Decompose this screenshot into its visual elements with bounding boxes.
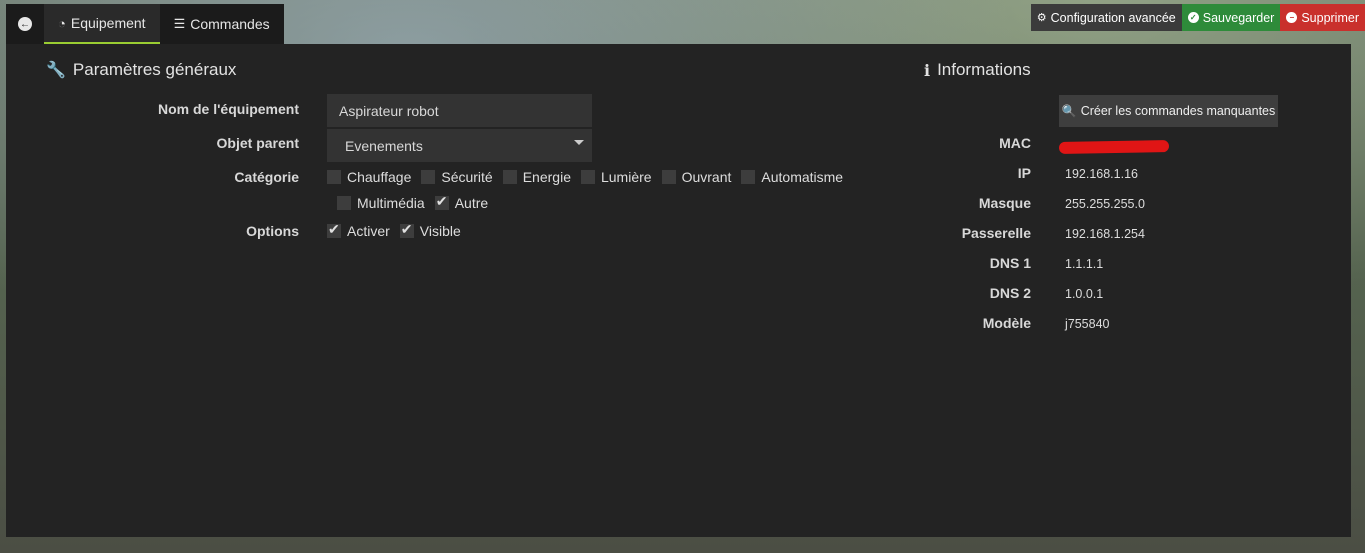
- mac-label: MAC: [999, 135, 1031, 151]
- checkbox[interactable]: [580, 170, 595, 184]
- category-automatisme-label: Automatisme: [761, 169, 844, 185]
- checkbox-checked[interactable]: [434, 193, 449, 210]
- category-securite-label: Sécurité: [441, 169, 493, 185]
- category-energie[interactable]: Energie: [502, 169, 571, 185]
- gauge-icon: ◔: [58, 15, 66, 31]
- create-missing-commands-button[interactable]: 🔍 Créer les commandes manquantes: [1059, 95, 1278, 127]
- parent-select[interactable]: Evenements: [327, 129, 592, 162]
- advanced-config-label: Configuration avancée: [1050, 10, 1176, 25]
- redacted-mac-value: [1058, 140, 1170, 154]
- dns2-label: DNS 2: [989, 285, 1031, 301]
- mask-label: Masque: [978, 195, 1031, 211]
- option-activer[interactable]: Activer: [327, 221, 390, 239]
- category-row-2: Multimédia Autre: [337, 193, 498, 211]
- category-autre-label: Autre: [454, 195, 489, 211]
- parent-label: Objet parent: [216, 135, 299, 151]
- info-section-title: i Informations: [924, 60, 1031, 80]
- check-circle-icon: ✓: [1187, 12, 1199, 23]
- gears-icon: ⚙: [1036, 12, 1047, 24]
- dns1-label: DNS 1: [989, 255, 1031, 271]
- list-icon: ☰: [173, 16, 186, 31]
- tab-commands-label: Commandes: [190, 16, 270, 32]
- option-visible[interactable]: Visible: [399, 221, 461, 239]
- category-multimedia[interactable]: Multimédia: [337, 195, 425, 211]
- delete-label: Supprimer: [1301, 10, 1359, 25]
- general-section-title: 🔧 Paramètres généraux: [46, 60, 236, 80]
- dns2-value: 1.0.0.1: [1065, 287, 1104, 301]
- tab-commands[interactable]: ☰ Commandes: [159, 4, 284, 44]
- minus-circle-icon: −: [1286, 12, 1298, 23]
- search-icon: 🔍: [1061, 104, 1077, 118]
- category-ouvrant[interactable]: Ouvrant: [661, 169, 732, 185]
- checkbox[interactable]: [337, 196, 351, 210]
- checkbox[interactable]: [661, 170, 676, 184]
- model-label: Modèle: [982, 315, 1031, 331]
- dns1-value: 1.1.1.1: [1065, 257, 1104, 271]
- checkbox-checked[interactable]: [399, 221, 414, 238]
- option-visible-label: Visible: [419, 223, 461, 239]
- category-row-1: Chauffage Sécurité Energie Lumière Ouvra…: [327, 169, 853, 185]
- checkbox-checked[interactable]: [327, 221, 341, 238]
- category-energie-label: Energie: [522, 169, 571, 185]
- tab-equipment[interactable]: ◔ Equipement: [44, 4, 160, 44]
- ip-value: 192.168.1.16: [1065, 167, 1138, 181]
- options-row: Activer Visible: [327, 221, 471, 239]
- category-autre[interactable]: Autre: [434, 193, 489, 211]
- tab-equipment-label: Equipement: [70, 15, 146, 31]
- name-input[interactable]: Aspirateur robot: [327, 94, 592, 127]
- gateway-value: 192.168.1.254: [1065, 227, 1145, 241]
- category-lumiere[interactable]: Lumière: [580, 169, 652, 185]
- back-button[interactable]: ←: [6, 4, 44, 44]
- delete-button[interactable]: − Supprimer: [1280, 4, 1365, 31]
- gateway-label: Passerelle: [961, 225, 1031, 241]
- wrench-icon: 🔧: [46, 62, 66, 79]
- category-chauffage-label: Chauffage: [347, 169, 412, 185]
- checkbox[interactable]: [421, 170, 436, 184]
- save-button[interactable]: ✓ Sauvegarder: [1181, 4, 1281, 31]
- action-bar: ⚙ Configuration avancée ✓ Sauvegarder − …: [1030, 4, 1365, 31]
- category-label: Catégorie: [234, 169, 299, 185]
- checkbox[interactable]: [741, 170, 756, 184]
- info-icon: i: [924, 60, 931, 80]
- name-label: Nom de l'équipement: [157, 101, 299, 117]
- arrow-left-circle-icon: ←: [18, 17, 32, 31]
- save-label: Sauvegarder: [1202, 10, 1275, 25]
- options-label: Options: [246, 223, 299, 239]
- category-securite[interactable]: Sécurité: [421, 169, 493, 185]
- mask-value: 255.255.255.0: [1065, 197, 1145, 211]
- category-ouvrant-label: Ouvrant: [681, 169, 732, 185]
- category-lumiere-label: Lumière: [600, 169, 652, 185]
- general-title-text: Paramètres généraux: [72, 60, 237, 79]
- checkbox[interactable]: [327, 170, 341, 184]
- category-chauffage[interactable]: Chauffage: [327, 169, 411, 185]
- category-multimedia-label: Multimédia: [357, 195, 425, 211]
- category-automatisme[interactable]: Automatisme: [741, 169, 843, 185]
- parent-select-value: Evenements: [345, 137, 423, 154]
- model-value: j755840: [1065, 317, 1110, 331]
- caret-down-icon: [574, 140, 584, 145]
- advanced-config-button[interactable]: ⚙ Configuration avancée: [1030, 4, 1182, 31]
- main-panel: 🔧 Paramètres généraux Nom de l'équipemen…: [6, 44, 1351, 537]
- checkbox[interactable]: [502, 170, 517, 184]
- info-title-text: Informations: [937, 60, 1031, 79]
- create-missing-commands-label: Créer les commandes manquantes: [1080, 104, 1276, 118]
- option-activer-label: Activer: [347, 223, 390, 239]
- ip-label: IP: [1017, 165, 1031, 181]
- tab-bar: ← ◔ Equipement ☰ Commandes: [6, 4, 284, 44]
